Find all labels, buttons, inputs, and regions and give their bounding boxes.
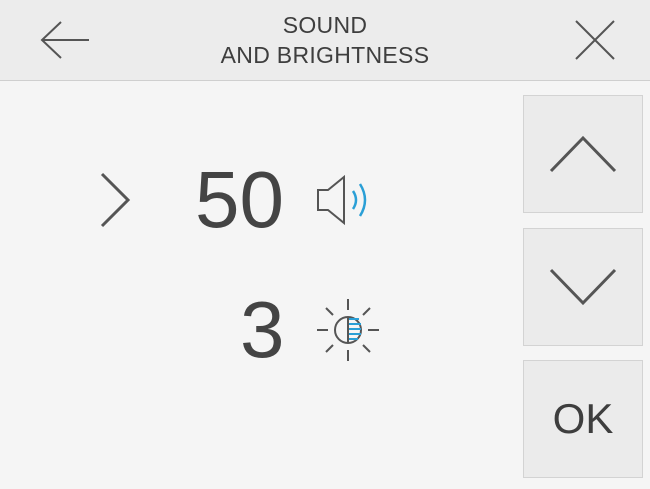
screen: SOUND AND BRIGHTNESS 50 3 OK	[0, 0, 650, 489]
back-button[interactable]	[30, 10, 100, 70]
page-title: SOUND AND BRIGHTNESS	[150, 10, 500, 70]
sound-value: 50	[195, 155, 284, 244]
selection-indicator	[85, 170, 145, 230]
down-button[interactable]	[523, 228, 643, 346]
close-icon	[575, 20, 615, 60]
chevron-right-icon	[100, 172, 131, 228]
close-button[interactable]	[560, 10, 630, 70]
sound-setting-row[interactable]: 50	[85, 150, 376, 250]
chevron-down-icon	[549, 268, 617, 306]
title-line-1: SOUND	[282, 12, 368, 38]
ok-label: OK	[552, 395, 614, 442]
header-bar: SOUND AND BRIGHTNESS	[0, 0, 650, 81]
chevron-up-icon	[549, 135, 617, 173]
brightness-value: 3	[240, 285, 285, 374]
brightness-setting-row[interactable]: 3	[240, 280, 381, 380]
arrow-left-icon	[40, 21, 89, 59]
sun-icon	[316, 299, 379, 361]
title-line-2: AND BRIGHTNESS	[220, 42, 430, 68]
speaker-icon	[316, 174, 367, 226]
up-button[interactable]	[523, 95, 643, 213]
ok-button[interactable]: OK	[523, 360, 643, 478]
